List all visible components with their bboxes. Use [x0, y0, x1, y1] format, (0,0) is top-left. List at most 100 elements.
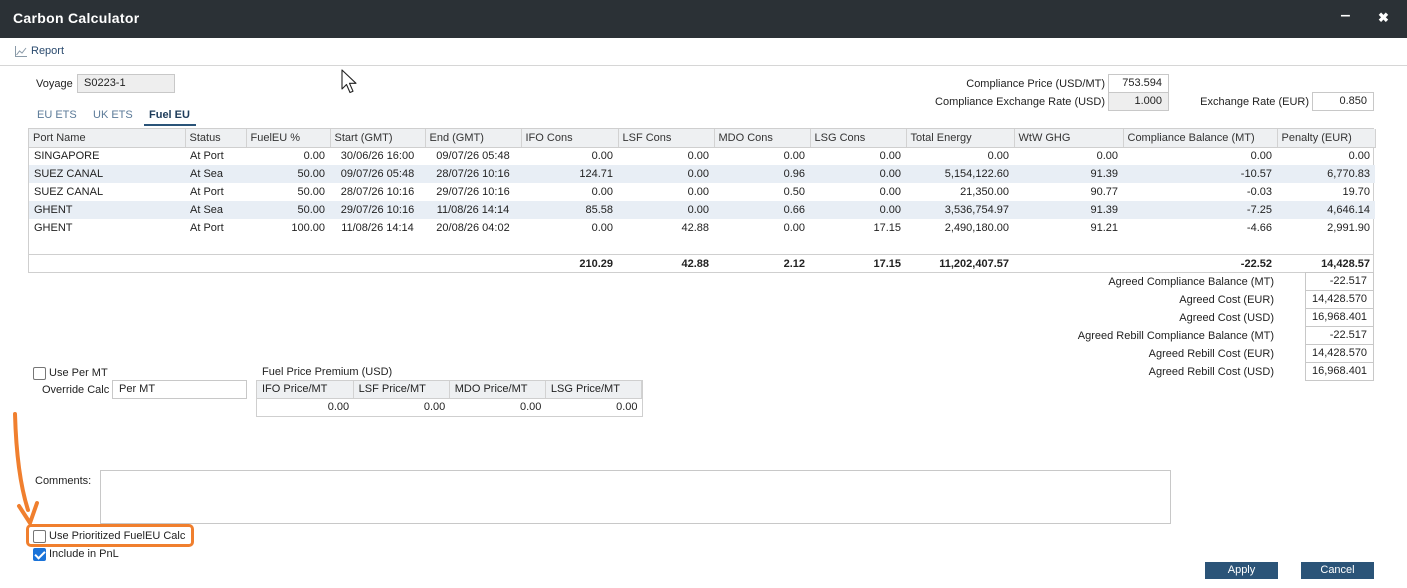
- voyage-field[interactable]: S0223-1: [77, 74, 175, 93]
- total-cell: -22.52: [1240, 258, 1272, 270]
- column-header[interactable]: Total Energy: [906, 129, 1015, 148]
- compliance-price-field[interactable]: 753.594: [1108, 74, 1169, 93]
- table-cell: -4.66: [1246, 222, 1272, 234]
- table-cell: 0.00: [810, 201, 906, 219]
- override-calc-field[interactable]: Per MT: [112, 380, 247, 399]
- column-header: LSG Price/MT: [545, 381, 643, 399]
- fuel-eu-grid: Port Name Status FuelEU % Start (GMT) En…: [28, 128, 1376, 273]
- table-cell: 2,490,180.00: [944, 222, 1009, 234]
- column-header[interactable]: LSF Cons: [618, 129, 715, 148]
- column-header[interactable]: IFO Cons: [521, 129, 619, 148]
- agreed-cost-eur-field[interactable]: 14,428.570: [1305, 290, 1374, 309]
- table-cell: At Port: [190, 186, 224, 198]
- column-header[interactable]: Port Name: [29, 129, 186, 148]
- table-cell: 0.00: [810, 165, 906, 183]
- table-cell: 0.00: [879, 186, 901, 198]
- toolbar: Report: [0, 38, 1407, 66]
- mdo-price-cell[interactable]: 0.00: [449, 398, 545, 416]
- table-row[interactable]: GHENT At Sea 50.00 29/07/26 10:16 11/08/26 1…: [29, 201, 1375, 219]
- tab-fuel-eu[interactable]: Fuel EU: [144, 109, 196, 126]
- annotation-arrow-icon: [13, 412, 39, 525]
- column-header[interactable]: WtW GHG: [1014, 129, 1124, 148]
- table-cell: 21,350.00: [960, 186, 1009, 198]
- table-cell: 3,536,754.97: [906, 201, 1014, 219]
- table-cell: 0.00: [783, 222, 805, 234]
- table-cell: SUEZ CANAL: [29, 165, 185, 183]
- table-cell: 0.00: [591, 222, 613, 234]
- table-cell: 0.66: [714, 201, 810, 219]
- table-row[interactable]: SUEZ CANAL At Port 50.00 28/07/26 10:16 29/0…: [29, 183, 1375, 201]
- window-title: Carbon Calculator: [13, 10, 140, 26]
- table-cell: 0.00: [303, 150, 325, 163]
- table-row[interactable]: SUEZ CANAL At Sea 50.00 09/07/26 05:48 28/07…: [29, 165, 1375, 183]
- column-header[interactable]: Start (GMT): [330, 129, 426, 148]
- agreed-compliance-balance-field[interactable]: -22.517: [1305, 272, 1374, 291]
- column-header[interactable]: MDO Cons: [714, 129, 811, 148]
- agreed-cost-usd-label: Agreed Cost (USD): [1179, 312, 1274, 324]
- lsf-price-cell[interactable]: 0.00: [353, 398, 449, 416]
- column-header[interactable]: FuelEU %: [246, 129, 331, 148]
- table-cell: 0.00: [1348, 150, 1370, 163]
- compliance-exchange-field[interactable]: 1.000: [1108, 92, 1169, 111]
- cancel-button[interactable]: Cancel: [1301, 562, 1374, 579]
- agreed-compliance-balance-label: Agreed Compliance Balance (MT): [1108, 276, 1274, 288]
- table-cell: -10.57: [1123, 165, 1277, 183]
- table-cell: 85.58: [521, 201, 618, 219]
- table-cell: 20/08/26 04:02: [436, 222, 510, 234]
- close-icon[interactable]: ✖: [1378, 10, 1389, 26]
- minimize-icon[interactable]: ‒: [1341, 7, 1350, 25]
- total-cell: [425, 255, 521, 273]
- table-cell: 28/07/26 10:16: [425, 165, 521, 183]
- table-cell: At Port: [190, 150, 224, 163]
- table-cell: 0.00: [1250, 150, 1272, 163]
- table-cell: 91.39: [1014, 201, 1123, 219]
- column-header[interactable]: LSG Cons: [810, 129, 907, 148]
- agreed-rebill-compliance-balance-field[interactable]: -22.517: [1305, 326, 1374, 345]
- table-cell: 91.21: [1090, 222, 1118, 234]
- agreed-cost-eur-label: Agreed Cost (EUR): [1179, 294, 1274, 306]
- agreed-rebill-cost-usd-field[interactable]: 16,968.401: [1305, 362, 1374, 381]
- total-cell: 210.29: [579, 258, 613, 270]
- table-cell: 0.00: [591, 150, 613, 163]
- table-cell: 2,991.90: [1327, 222, 1370, 234]
- exchange-rate-field[interactable]: 0.850: [1312, 92, 1374, 111]
- table-cell: 6,770.83: [1277, 165, 1375, 183]
- table-cell: SINGAPORE: [34, 150, 100, 163]
- total-cell: [246, 255, 330, 273]
- lsg-price-cell[interactable]: 0.00: [545, 398, 641, 416]
- tab-uk-ets[interactable]: UK ETS: [93, 109, 133, 124]
- agreed-cost-usd-field[interactable]: 16,968.401: [1305, 308, 1374, 327]
- ifo-price-cell[interactable]: 0.00: [257, 398, 353, 416]
- column-header[interactable]: Status: [185, 129, 247, 148]
- comments-textarea[interactable]: [100, 470, 1171, 524]
- table-cell: -7.25: [1123, 201, 1277, 219]
- table-cell: 09/07/26 05:48: [436, 150, 510, 163]
- use-prioritized-fueleu-checkbox[interactable]: [33, 530, 46, 543]
- table-cell: 17.15: [873, 222, 901, 234]
- include-in-pnl-checkbox[interactable]: [33, 548, 46, 561]
- table-cell: SUEZ CANAL: [34, 186, 104, 198]
- table-cell: 0.00: [987, 150, 1009, 163]
- agreed-rebill-cost-eur-field[interactable]: 14,428.570: [1305, 344, 1374, 363]
- table-cell: 50.00: [246, 165, 330, 183]
- column-header[interactable]: End (GMT): [425, 129, 522, 148]
- total-cell: [185, 255, 246, 273]
- grid-totals-row: 210.29 42.88 2.12 17.15 11,202,407.57 -2…: [29, 254, 1373, 272]
- column-header[interactable]: Compliance Balance (MT): [1123, 129, 1278, 148]
- table-cell: At Sea: [185, 165, 246, 183]
- table-cell: 90.77: [1090, 186, 1118, 198]
- agreed-rebill-compliance-balance-label: Agreed Rebill Compliance Balance (MT): [1077, 330, 1274, 342]
- table-cell: At Sea: [185, 201, 246, 219]
- table-cell: 50.00: [297, 186, 325, 198]
- use-per-mt-checkbox[interactable]: [33, 367, 46, 380]
- agreed-rebill-cost-usd-label: Agreed Rebill Cost (USD): [1148, 366, 1274, 378]
- table-row[interactable]: SINGAPORE At Port 0.00 30/06/26 16:00 09/07/…: [29, 147, 1375, 165]
- table-cell: 0.00: [879, 150, 901, 163]
- report-button[interactable]: Report: [15, 45, 64, 57]
- table-cell: 0.96: [714, 165, 810, 183]
- column-header[interactable]: Penalty (EUR): [1277, 129, 1376, 148]
- tab-eu-ets[interactable]: EU ETS: [37, 109, 77, 124]
- agreed-rebill-cost-eur-label: Agreed Rebill Cost (EUR): [1148, 348, 1274, 360]
- table-row[interactable]: GHENT At Port 100.00 11/08/26 14:14 20/08/26…: [29, 219, 1375, 237]
- apply-button[interactable]: Apply: [1205, 562, 1278, 579]
